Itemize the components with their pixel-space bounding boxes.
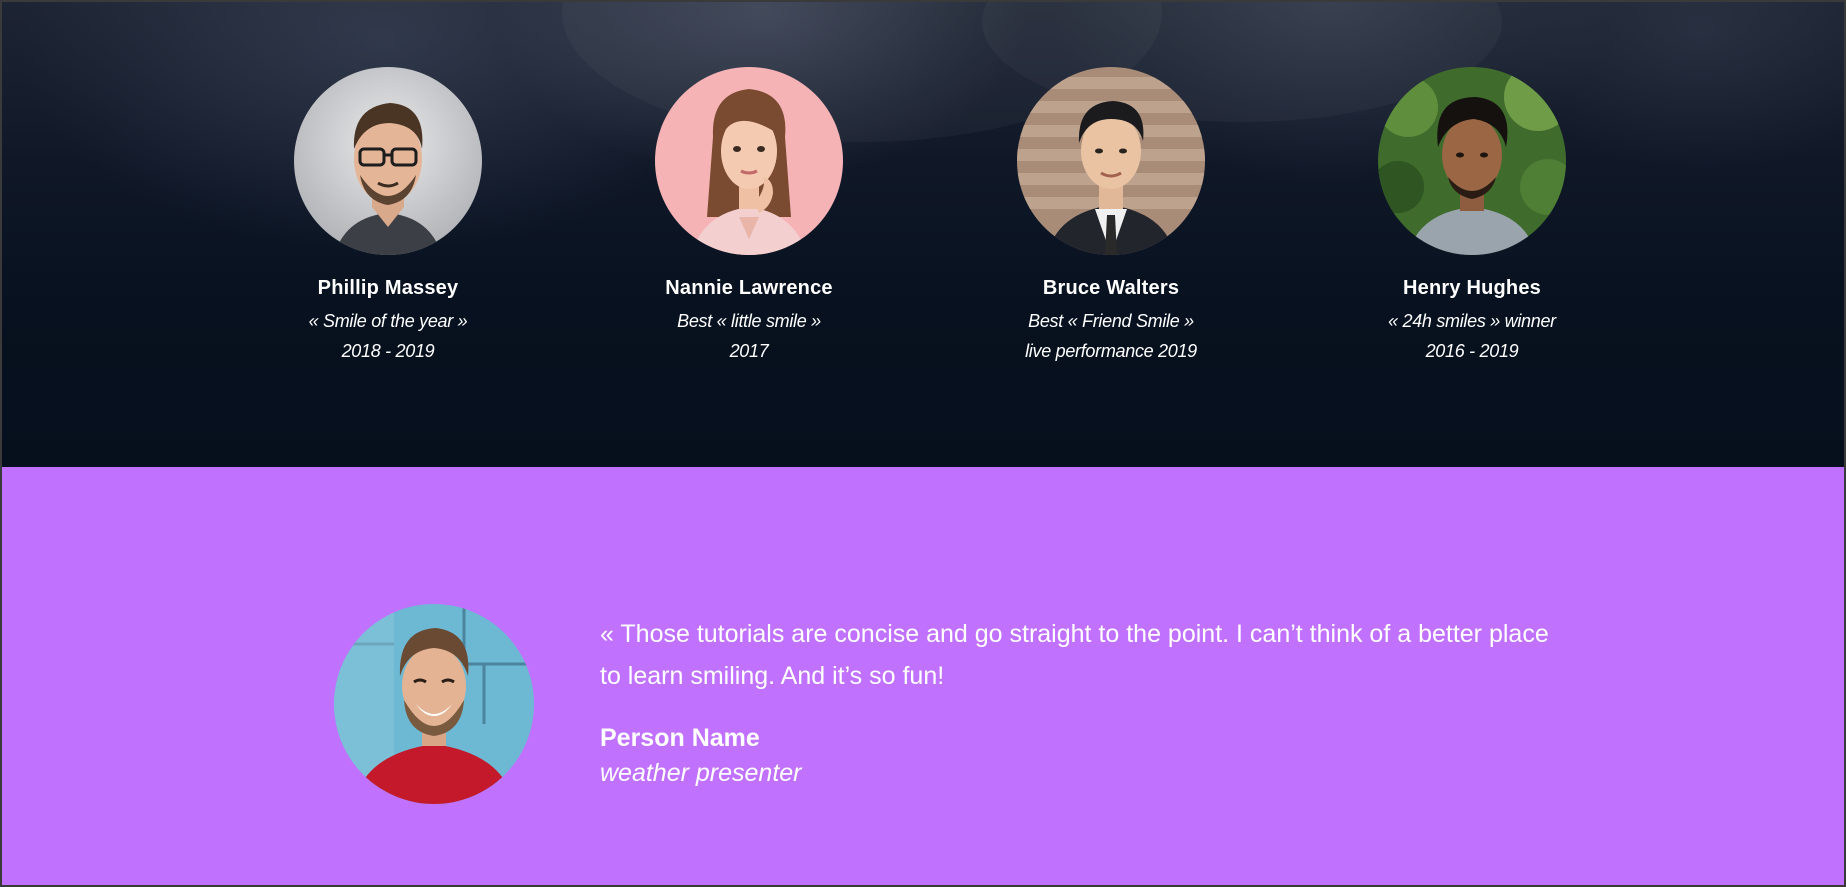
member-award: Best « little smile » [677, 311, 821, 331]
member-award: Best « Friend Smile » [1028, 311, 1194, 331]
team-member-card: Henry Hughes « 24h smiles » winner 2016 … [1342, 67, 1602, 366]
member-award: « 24h smiles » winner [1388, 311, 1556, 331]
member-award: « Smile of the year » [308, 311, 468, 331]
testimonial-person-role: weather presenter [600, 759, 802, 787]
member-avatar-phillip [294, 67, 482, 255]
member-years: live performance 2019 [1025, 341, 1197, 361]
testimonial-section: « Those tutorials are concise and go str… [2, 467, 1844, 885]
member-avatar-henry [1378, 67, 1566, 255]
member-avatar-bruce [1017, 67, 1205, 255]
team-member-card: Bruce Walters Best « Friend Smile » live… [981, 67, 1241, 366]
member-avatar-nannie [655, 67, 843, 255]
testimonial-quote: « Those tutorials are concise and go str… [600, 620, 1549, 690]
member-name: Bruce Walters [1042, 277, 1180, 299]
member-name: Phillip Massey [317, 277, 459, 299]
testimonial-avatar [334, 604, 534, 804]
team-member-card: Phillip Massey « Smile of the year » 201… [258, 67, 518, 366]
member-name: Nannie Lawrence [665, 277, 833, 299]
man-green-background-photo [1378, 67, 1566, 255]
page-frame: Phillip Massey « Smile of the year » 201… [2, 2, 1844, 885]
member-years: 2017 [729, 341, 769, 361]
member-years: 2018 - 2019 [341, 341, 435, 361]
member-name: Henry Hughes [1403, 277, 1541, 299]
team-section: Phillip Massey « Smile of the year » 201… [2, 2, 1844, 467]
man-with-glasses-photo [294, 67, 482, 255]
man-in-suit-photo [1017, 67, 1205, 255]
team-member-card: Nannie Lawrence Best « little smile » 20… [619, 67, 879, 366]
member-years: 2016 - 2019 [1425, 341, 1519, 361]
laughing-man-photo [334, 604, 534, 804]
testimonial-person-name: Person Name [600, 724, 760, 752]
woman-pink-background-photo [655, 67, 843, 255]
